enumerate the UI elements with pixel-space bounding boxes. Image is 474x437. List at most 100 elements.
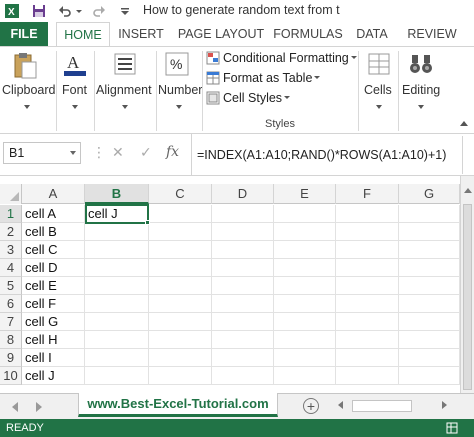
format-as-table-button[interactable]: Format as Table: [206, 69, 322, 87]
cell[interactable]: [212, 349, 274, 367]
cell[interactable]: [399, 313, 460, 331]
sheet-tab[interactable]: www.Best-Excel-Tutorial.com: [78, 393, 278, 417]
prev-sheet-icon[interactable]: [12, 402, 18, 412]
horizontal-scrollbar[interactable]: [338, 399, 456, 413]
cell[interactable]: [85, 259, 149, 277]
cell[interactable]: [85, 367, 149, 385]
cell[interactable]: [274, 259, 336, 277]
cell[interactable]: [212, 277, 274, 295]
cell[interactable]: [274, 205, 336, 223]
column-header-c[interactable]: C: [149, 184, 212, 204]
cell[interactable]: [85, 241, 149, 259]
worksheet-grid[interactable]: A B C D E F G 1 cell Acell J 2 cell B 3 cell …: [0, 184, 460, 393]
name-box-dropdown-icon[interactable]: [70, 151, 76, 155]
cell[interactable]: [399, 241, 460, 259]
alignment-group[interactable]: Alignment: [96, 47, 154, 121]
tab-data[interactable]: DATA: [351, 22, 393, 46]
cell[interactable]: [399, 205, 460, 223]
cell[interactable]: [399, 223, 460, 241]
cells-group[interactable]: Cells: [362, 47, 398, 121]
column-header-g[interactable]: G: [399, 184, 460, 204]
cell[interactable]: [399, 277, 460, 295]
row-header[interactable]: 4: [0, 259, 22, 277]
formula-bar-expand-icon[interactable]: [462, 136, 472, 174]
save-icon[interactable]: [30, 2, 48, 20]
row-header[interactable]: 5: [0, 277, 22, 295]
cell[interactable]: [274, 313, 336, 331]
row-header[interactable]: 7: [0, 313, 22, 331]
row-header[interactable]: 9: [0, 349, 22, 367]
tab-review[interactable]: REVIEW: [404, 22, 460, 46]
column-header-e[interactable]: E: [274, 184, 336, 204]
row-header[interactable]: 6: [0, 295, 22, 313]
cell[interactable]: [85, 331, 149, 349]
tab-page-layout[interactable]: PAGE LAYOUT: [176, 22, 266, 46]
horizontal-scroll-thumb[interactable]: [352, 400, 412, 412]
cell[interactable]: cell H: [22, 331, 85, 349]
excel-logo-icon[interactable]: X: [2, 2, 22, 20]
cell[interactable]: [336, 349, 399, 367]
cell[interactable]: [149, 223, 212, 241]
cell[interactable]: [149, 349, 212, 367]
row-header[interactable]: 8: [0, 331, 22, 349]
scroll-up-icon[interactable]: [464, 188, 472, 193]
cell[interactable]: [274, 223, 336, 241]
cell[interactable]: [336, 241, 399, 259]
cell[interactable]: [149, 313, 212, 331]
select-all-button[interactable]: [0, 184, 22, 204]
cell[interactable]: [212, 295, 274, 313]
cell[interactable]: cell C: [22, 241, 85, 259]
cell[interactable]: [274, 241, 336, 259]
editing-group[interactable]: Editing: [400, 47, 444, 121]
scroll-right-icon[interactable]: [442, 401, 447, 409]
cell[interactable]: [336, 331, 399, 349]
row-header[interactable]: 3: [0, 241, 22, 259]
font-group[interactable]: A Font: [58, 47, 92, 121]
cell[interactable]: [212, 331, 274, 349]
next-sheet-icon[interactable]: [36, 402, 42, 412]
cell[interactable]: [212, 223, 274, 241]
cell[interactable]: [336, 223, 399, 241]
cell[interactable]: [274, 295, 336, 313]
cell[interactable]: [212, 205, 274, 223]
row-header[interactable]: 1: [0, 205, 22, 223]
cell[interactable]: [399, 367, 460, 385]
undo-dropdown-icon[interactable]: [74, 2, 84, 20]
cell[interactable]: [336, 205, 399, 223]
cell[interactable]: [336, 313, 399, 331]
cell[interactable]: cell B: [22, 223, 85, 241]
tab-formulas[interactable]: FORMULAS: [272, 22, 344, 46]
insert-function-icon[interactable]: fx: [166, 144, 179, 160]
fill-handle[interactable]: [145, 220, 150, 225]
cell[interactable]: [149, 241, 212, 259]
cell[interactable]: [149, 295, 212, 313]
scroll-left-icon[interactable]: [338, 401, 343, 409]
vertical-scrollbar[interactable]: [460, 176, 474, 397]
cell[interactable]: [399, 349, 460, 367]
cell[interactable]: cell A: [22, 205, 85, 223]
column-header-d[interactable]: D: [212, 184, 274, 204]
cell[interactable]: cell D: [22, 259, 85, 277]
cell-styles-button[interactable]: Cell Styles: [206, 89, 292, 107]
tab-insert[interactable]: INSERT: [115, 22, 167, 46]
cell[interactable]: [336, 277, 399, 295]
redo-icon[interactable]: [90, 2, 108, 20]
cell[interactable]: [85, 277, 149, 295]
cell[interactable]: [149, 367, 212, 385]
cell[interactable]: [85, 313, 149, 331]
cell[interactable]: [274, 331, 336, 349]
cell[interactable]: cell F: [22, 295, 85, 313]
cell[interactable]: [149, 331, 212, 349]
clipboard-group[interactable]: Clipboard: [0, 47, 56, 121]
customize-toolbar-icon[interactable]: [118, 2, 132, 20]
cell[interactable]: cell I: [22, 349, 85, 367]
cell[interactable]: cell E: [22, 277, 85, 295]
column-header-a[interactable]: A: [22, 184, 85, 204]
cell[interactable]: [212, 367, 274, 385]
collapse-ribbon-icon[interactable]: [460, 121, 468, 126]
undo-icon[interactable]: [56, 2, 74, 20]
cell[interactable]: [212, 259, 274, 277]
cell[interactable]: [336, 295, 399, 313]
cell[interactable]: [212, 241, 274, 259]
cell[interactable]: [336, 367, 399, 385]
